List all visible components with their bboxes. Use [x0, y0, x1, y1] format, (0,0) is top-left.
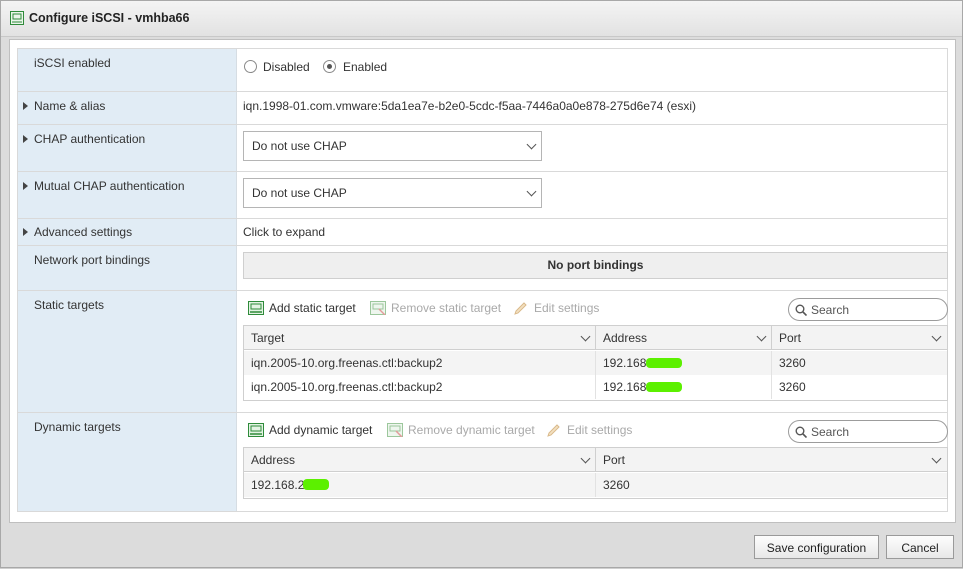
- edit-settings-button[interactable]: Edit settings: [513, 301, 603, 317]
- pencil-icon: [547, 424, 560, 437]
- column-header-port[interactable]: Port: [596, 448, 947, 472]
- row-label: CHAP authentication: [34, 132, 146, 146]
- row-label: Name & alias: [34, 99, 106, 113]
- dialog-footer: Save configuration Cancel: [1, 525, 962, 569]
- table-row[interactable]: 192.168.2 3260: [244, 473, 947, 497]
- expand-triangle-icon[interactable]: [23, 228, 28, 236]
- row-label: Mutual CHAP authentication: [34, 179, 185, 193]
- row-advanced-settings[interactable]: Advanced settings Click to expand: [17, 219, 948, 246]
- row-dynamic-targets: Dynamic targets Add dynamic target Remov…: [17, 413, 948, 512]
- row-label: Advanced settings: [34, 225, 133, 239]
- add-target-icon: [248, 301, 264, 315]
- configure-iscsi-dialog: Configure iSCSI - vmhba66 iSCSI enabled …: [0, 0, 963, 568]
- column-header-address[interactable]: Address: [596, 326, 772, 350]
- add-target-icon: [248, 423, 264, 437]
- search-icon: [795, 304, 807, 316]
- table-header: Target Address Port: [244, 326, 947, 350]
- pencil-icon: [514, 302, 527, 315]
- row-mutual-chap-authentication: Mutual CHAP authentication Do not use CH…: [17, 172, 948, 219]
- redaction-mark: [646, 382, 682, 392]
- dialog-titlebar: Configure iSCSI - vmhba66: [1, 1, 962, 37]
- chevron-down-icon[interactable]: [931, 331, 942, 342]
- edit-settings-button[interactable]: Edit settings: [546, 423, 636, 439]
- radio-enabled[interactable]: [323, 60, 336, 73]
- row-label: Network port bindings: [34, 253, 151, 267]
- row-name-alias[interactable]: Name & alias iqn.1998-01.com.vmware:5da1…: [17, 92, 948, 125]
- radio-disabled-label[interactable]: Disabled: [263, 60, 310, 74]
- row-label: Dynamic targets: [34, 420, 121, 434]
- remove-static-target-button[interactable]: Remove static target: [370, 301, 502, 317]
- chevron-down-icon[interactable]: [931, 453, 942, 464]
- dialog-title: Configure iSCSI - vmhba66: [29, 11, 190, 25]
- chevron-down-icon: [526, 186, 537, 197]
- chevron-down-icon[interactable]: [580, 331, 591, 342]
- chap-select[interactable]: Do not use CHAP: [243, 131, 542, 161]
- chevron-down-icon: [526, 139, 537, 150]
- redaction-mark: [303, 479, 329, 490]
- row-label: iSCSI enabled: [34, 56, 111, 70]
- remove-dynamic-target-button[interactable]: Remove dynamic target: [387, 423, 537, 439]
- add-static-target-button[interactable]: Add static target: [248, 301, 360, 317]
- chevron-down-icon[interactable]: [756, 331, 767, 342]
- column-header-address[interactable]: Address: [244, 448, 596, 472]
- save-configuration-button[interactable]: Save configuration: [754, 535, 879, 559]
- radio-disabled[interactable]: [244, 60, 257, 73]
- row-label: Static targets: [34, 298, 105, 312]
- dynamic-targets-search[interactable]: [788, 420, 948, 443]
- redaction-mark: [646, 358, 682, 368]
- static-targets-search[interactable]: [788, 298, 948, 321]
- static-targets-table: Target Address Port iqn.2005-10.org.free…: [243, 325, 948, 401]
- remove-target-icon: [370, 301, 386, 315]
- search-input[interactable]: [809, 301, 939, 318]
- column-header-port[interactable]: Port: [772, 326, 947, 350]
- no-port-bindings-placeholder: No port bindings: [243, 252, 948, 279]
- expand-triangle-icon[interactable]: [23, 102, 28, 110]
- mutual-chap-select-value: Do not use CHAP: [252, 186, 347, 200]
- expand-triangle-icon[interactable]: [23, 182, 28, 190]
- table-row[interactable]: iqn.2005-10.org.freenas.ctl:backup2 192.…: [244, 375, 947, 399]
- table-row[interactable]: iqn.2005-10.org.freenas.ctl:backup2 192.…: [244, 351, 947, 375]
- dynamic-targets-table: Address Port 192.168.2 3260: [243, 447, 948, 499]
- table-header: Address Port: [244, 448, 947, 472]
- chap-select-value: Do not use CHAP: [252, 139, 347, 153]
- radio-enabled-label[interactable]: Enabled: [343, 60, 387, 74]
- row-network-port-bindings: Network port bindings No port bindings: [17, 246, 948, 291]
- remove-target-icon: [387, 423, 403, 437]
- search-icon: [795, 426, 807, 438]
- mutual-chap-select[interactable]: Do not use CHAP: [243, 178, 542, 208]
- settings-grid: iSCSI enabled Disabled Enabled Name & al…: [17, 48, 948, 512]
- row-static-targets: Static targets Add static target Remove …: [17, 291, 948, 413]
- column-header-target[interactable]: Target: [244, 326, 596, 350]
- click-to-expand-link[interactable]: Click to expand: [243, 225, 325, 239]
- iscsi-adapter-icon: [10, 11, 24, 25]
- row-iscsi-enabled: iSCSI enabled Disabled Enabled: [17, 48, 948, 92]
- chevron-down-icon[interactable]: [580, 453, 591, 464]
- expand-triangle-icon[interactable]: [23, 135, 28, 143]
- search-input[interactable]: [809, 423, 939, 440]
- iqn-name-value: iqn.1998-01.com.vmware:5da1ea7e-b2e0-5cd…: [243, 99, 696, 113]
- cancel-button[interactable]: Cancel: [886, 535, 954, 559]
- row-chap-authentication: CHAP authentication Do not use CHAP: [17, 125, 948, 172]
- settings-panel: iSCSI enabled Disabled Enabled Name & al…: [9, 39, 956, 523]
- add-dynamic-target-button[interactable]: Add dynamic target: [248, 423, 378, 439]
